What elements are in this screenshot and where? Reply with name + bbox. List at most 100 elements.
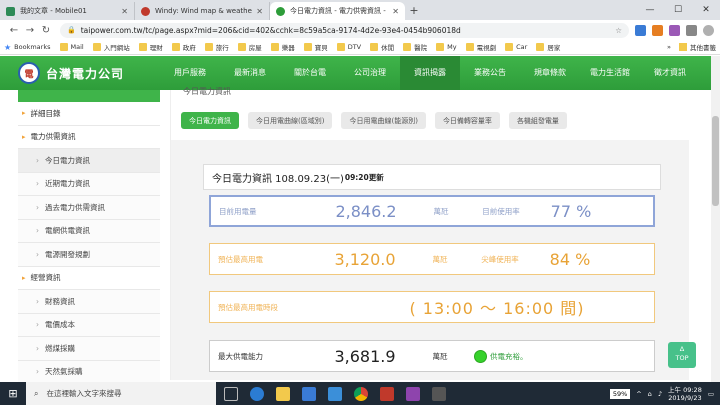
bookmark-item[interactable]: 理財: [138, 42, 163, 52]
bookmark-item[interactable]: 休閒: [370, 42, 394, 52]
close-tab-icon[interactable]: ✕: [256, 7, 263, 16]
update-time: 09:20更新: [344, 172, 384, 182]
edge-icon[interactable]: [250, 386, 264, 401]
volume-icon[interactable]: ♪: [658, 390, 662, 398]
sidebar-item[interactable]: › 過去電力供需資訊: [18, 196, 160, 220]
bookmark-item[interactable]: ★ Bookmarks: [4, 43, 51, 52]
close-window-button[interactable]: ✕: [692, 0, 720, 20]
sidebar-item[interactable]: ▸ 詳細目錄: [18, 102, 160, 126]
forward-arrow-icon[interactable]: →: [22, 25, 38, 36]
scrollbar-thumb[interactable]: [712, 116, 719, 206]
sidebar-item[interactable]: › 近期電力資訊: [18, 172, 160, 196]
app-icon[interactable]: [380, 386, 394, 401]
reload-icon[interactable]: ↻: [38, 25, 54, 36]
chevron-right-icon: ›: [36, 249, 39, 259]
bookmark-item[interactable]: 電視劇: [465, 42, 496, 52]
browser-tab-mobile01[interactable]: 我的文章 - Mobile01 ✕: [0, 2, 135, 20]
minimize-button[interactable]: —: [636, 0, 664, 20]
store-icon[interactable]: [302, 386, 316, 401]
bookmarks-overflow-button[interactable]: »: [667, 43, 671, 51]
taskbar-apps: [224, 386, 446, 401]
bookmark-star-icon[interactable]: ☆: [615, 26, 622, 35]
close-tab-icon[interactable]: ✕: [392, 7, 399, 16]
mail-icon[interactable]: [328, 386, 342, 401]
extension-icon[interactable]: [652, 24, 663, 36]
new-tab-button[interactable]: +: [405, 2, 423, 20]
bookmark-item[interactable]: 醫院: [403, 42, 427, 52]
bookmark-item[interactable]: 政府: [171, 42, 196, 52]
maximize-button[interactable]: ☐: [664, 0, 692, 20]
folder-icon: [92, 43, 101, 51]
bookmark-item[interactable]: Mail: [59, 43, 84, 51]
bookmark-item[interactable]: My: [436, 43, 457, 51]
browser-tab-taipower[interactable]: 今日電力資訊 - 電力供需資訊 - 台 ✕: [270, 2, 405, 20]
sidebar-item[interactable]: ▸ 經營資訊: [18, 267, 160, 290]
menu-item[interactable]: 用戶服務: [160, 56, 220, 90]
menu-item[interactable]: 規章條款: [520, 56, 580, 90]
bookmark-item[interactable]: 寶貝: [303, 42, 328, 52]
back-to-top-button[interactable]: Δ TOP: [668, 342, 696, 368]
close-tab-icon[interactable]: ✕: [121, 7, 128, 16]
menu-item-active[interactable]: 資訊揭露: [400, 56, 460, 90]
sidebar-item-label: 電網供電資訊: [45, 226, 90, 236]
notification-icon[interactable]: ▭: [708, 390, 714, 398]
url-field[interactable]: 🔒 taipower.com.tw/tc/page.aspx?mid=206&c…: [60, 22, 629, 38]
bookmark-item[interactable]: 房屋: [237, 42, 262, 52]
tab-curve-energy[interactable]: 今日用電曲線(能源別): [341, 112, 426, 129]
menu-item[interactable]: 業務公告: [460, 56, 520, 90]
tab-reserve-rate[interactable]: 今日備轉容量率: [434, 112, 500, 129]
browser-tab-windy[interactable]: Windy: Wind map & weather f ✕: [135, 2, 270, 20]
menu-item[interactable]: 關於台電: [280, 56, 340, 90]
folder-icon: [270, 43, 279, 51]
app-icon[interactable]: [432, 386, 446, 401]
sidebar-item[interactable]: › 天然氣採購: [18, 360, 160, 384]
back-arrow-icon[interactable]: ←: [6, 25, 22, 36]
extension-icon[interactable]: [635, 24, 646, 36]
bookmark-item[interactable]: 入門網站: [92, 42, 130, 52]
task-view-icon[interactable]: [224, 386, 238, 401]
chevron-up-icon[interactable]: ^: [636, 390, 641, 398]
sidebar-header-strip: [18, 90, 160, 102]
bookmark-item[interactable]: 居家: [536, 42, 560, 52]
sidebar-item[interactable]: › 電源開發規劃: [18, 243, 160, 267]
lock-icon: 🔒: [67, 26, 76, 34]
extension-icon[interactable]: [669, 24, 680, 36]
sidebar-item[interactable]: › 電價成本: [18, 313, 160, 337]
bookmark-item[interactable]: 樂器: [270, 42, 295, 52]
folder-icon: [59, 43, 68, 51]
folder-icon: [237, 43, 246, 51]
menu-item[interactable]: 最新消息: [220, 56, 280, 90]
bookmark-item[interactable]: 旅行: [204, 42, 229, 52]
max-capacity-value: 3,681.9: [334, 346, 396, 366]
bookmark-item[interactable]: DTV: [336, 43, 361, 51]
sidebar-item-label: 詳細目錄: [30, 108, 61, 118]
app-icon[interactable]: [406, 386, 420, 401]
sidebar-item[interactable]: › 今日電力資訊: [18, 149, 160, 173]
taskbar-search-box[interactable]: ⌕ 在這裡輸入文字來搜尋: [26, 382, 216, 405]
tab-today-power[interactable]: 今日電力資訊: [181, 112, 239, 129]
tab-curve-region[interactable]: 今日用電曲線(區域別): [248, 112, 333, 129]
folder-icon: [370, 43, 379, 51]
bookmark-item[interactable]: Car: [505, 43, 527, 51]
network-icon[interactable]: ⌂: [648, 390, 652, 398]
star-icon: ★: [4, 43, 12, 52]
clock[interactable]: 上午 09:28 2019/9/23: [668, 386, 702, 402]
taipower-logo[interactable]: 電 台灣電力公司: [18, 62, 158, 84]
sidebar-item[interactable]: › 電網供電資訊: [18, 219, 160, 243]
page-scrollbar[interactable]: [711, 56, 720, 382]
extension-icon[interactable]: [686, 24, 697, 36]
file-explorer-icon[interactable]: [276, 386, 290, 401]
profile-avatar-icon[interactable]: [703, 24, 714, 36]
sidebar-item[interactable]: ▸ 電力供需資訊: [18, 126, 160, 149]
sidebar-item[interactable]: › 燃煤採購: [18, 337, 160, 361]
windy-favicon-icon: [141, 6, 150, 16]
sidebar-item[interactable]: › 財務資訊: [18, 290, 160, 314]
menu-item[interactable]: 公司治理: [340, 56, 400, 90]
menu-item[interactable]: 電力生活館: [580, 56, 640, 90]
other-bookmarks[interactable]: » 其他書籤: [667, 42, 716, 52]
tab-unit-generation[interactable]: 各機組發電量: [508, 112, 567, 129]
chrome-icon[interactable]: [354, 386, 368, 401]
battery-indicator[interactable]: 59%: [609, 388, 631, 399]
windows-start-icon[interactable]: ⊞: [0, 387, 26, 400]
menu-item[interactable]: 徵才資訊: [640, 56, 700, 90]
